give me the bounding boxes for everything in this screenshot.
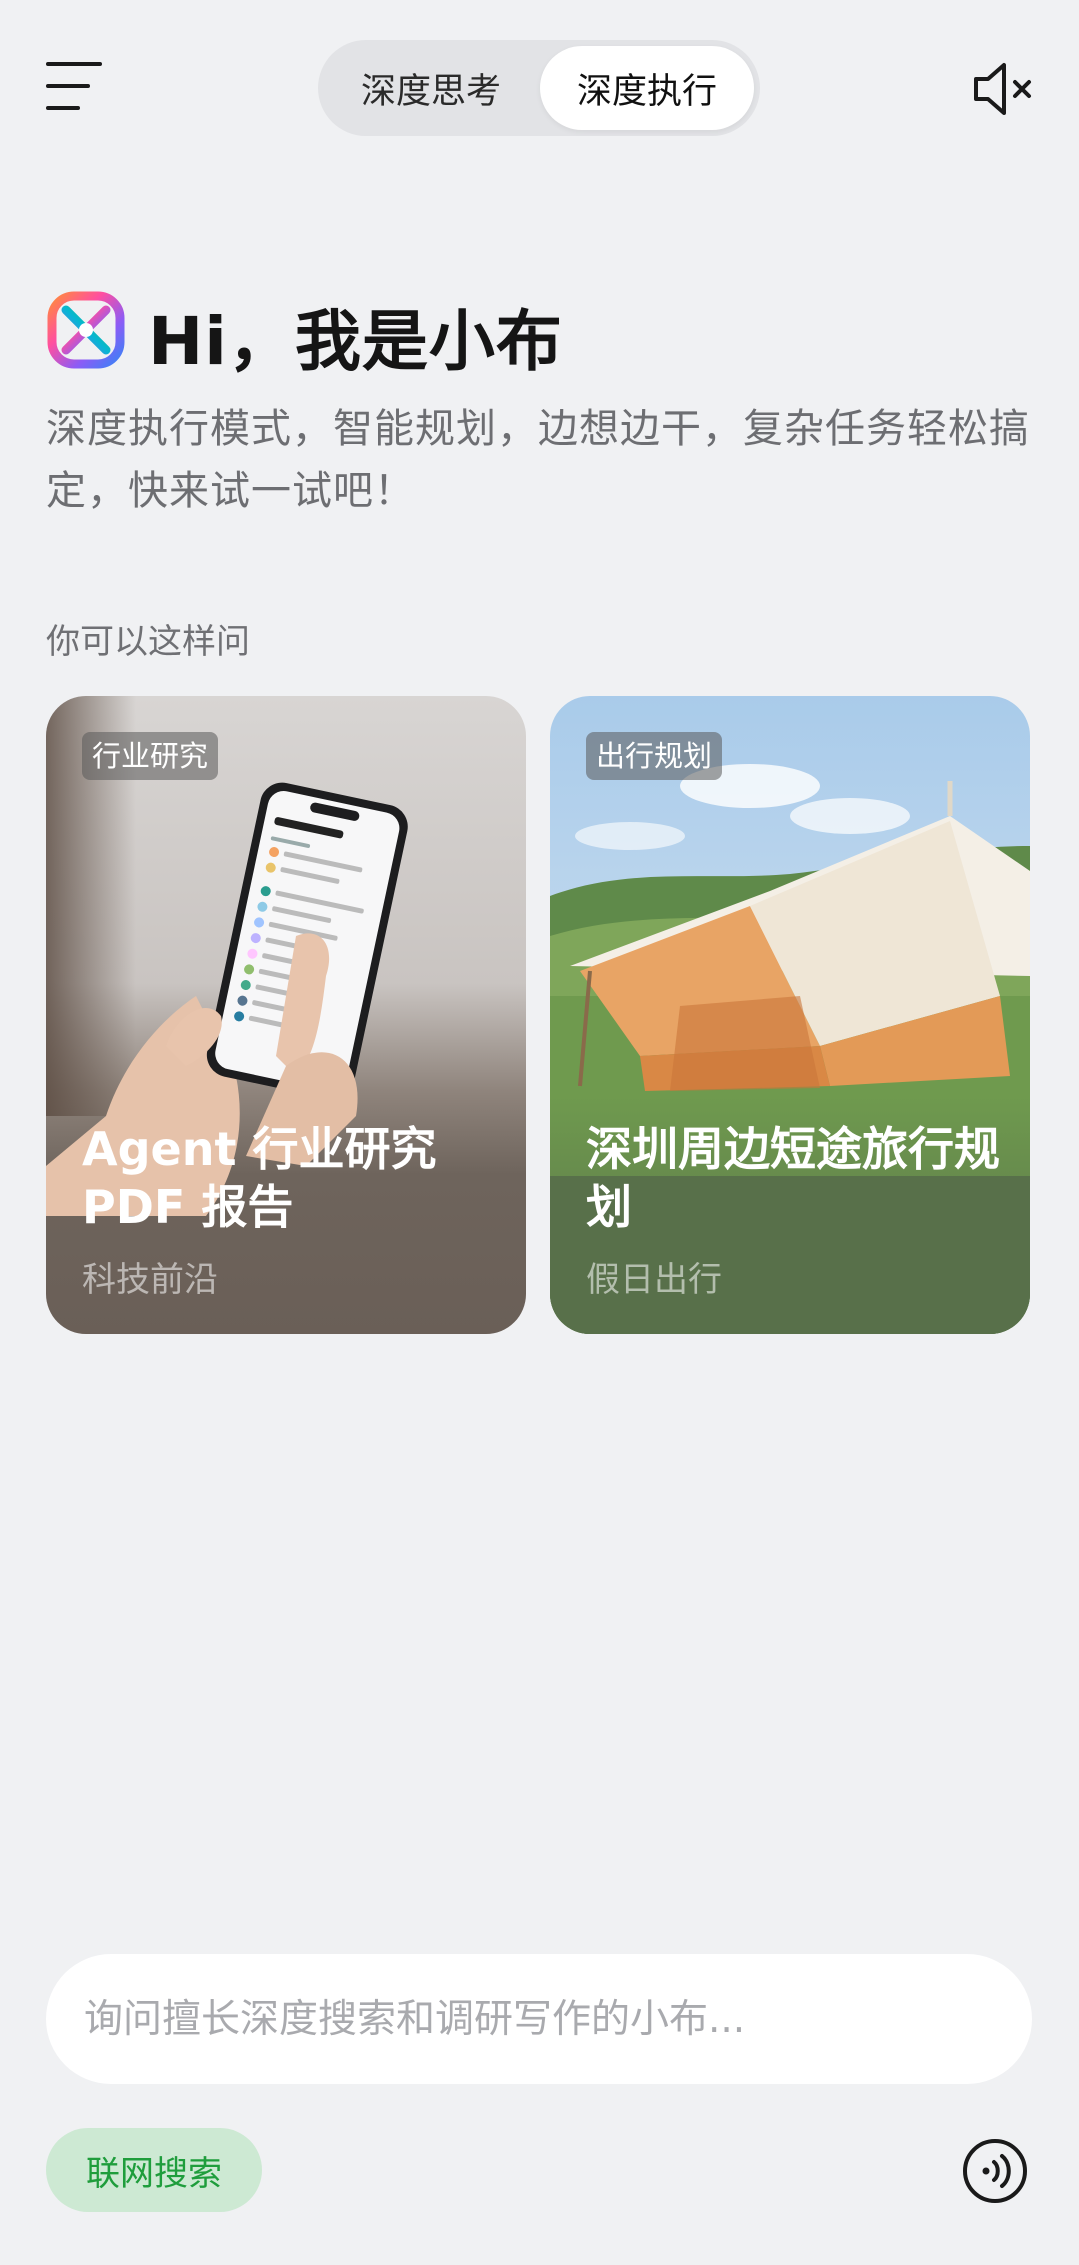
card-tag: 出行规划	[586, 732, 723, 780]
card-title: Agent 行业研究 PDF 报告	[82, 1122, 437, 1234]
greeting-title: Hi，我是小布	[148, 303, 563, 380]
card-subtitle: 假日出行	[586, 1260, 722, 1300]
suggestion-card-travel-planning[interactable]: 出行规划 深圳周边短途旅行规划 假日出行	[550, 696, 1030, 1334]
chat-input-box[interactable]	[46, 1954, 1032, 2084]
card-title: 深圳周边短途旅行规划	[586, 1122, 1000, 1234]
chat-input[interactable]	[84, 1996, 984, 2042]
greeting-subtitle: 深度执行模式，智能规划，边想边干，复杂任务轻松搞定，快来试一试吧！	[46, 406, 1030, 514]
voice-input-icon[interactable]	[962, 2138, 1028, 2204]
phone-in-hands-image	[46, 696, 526, 1334]
suggestions-label: 你可以这样问	[46, 622, 250, 662]
xiaobu-logo-icon	[46, 290, 126, 370]
glamping-tent-image	[550, 696, 1030, 1334]
mode-option-deep-think[interactable]: 深度思考	[328, 46, 534, 130]
web-search-toggle[interactable]: 联网搜索	[46, 2128, 262, 2212]
speaker-muted-icon[interactable]	[970, 58, 1036, 120]
mode-option-deep-execute[interactable]: 深度执行	[540, 46, 754, 130]
mode-toggle: 深度思考 深度执行	[318, 40, 760, 136]
menu-icon[interactable]	[46, 62, 102, 112]
suggestion-card-industry-research[interactable]: 行业研究 Agent 行业研究 PDF 报告 科技前沿	[46, 696, 526, 1334]
page: 深度思考 深度执行 Hi，我是小布 深度执行模式，智能规划，边想边干，复杂任务轻…	[0, 0, 1079, 2265]
card-tag: 行业研究	[82, 732, 219, 780]
card-subtitle: 科技前沿	[82, 1260, 218, 1300]
